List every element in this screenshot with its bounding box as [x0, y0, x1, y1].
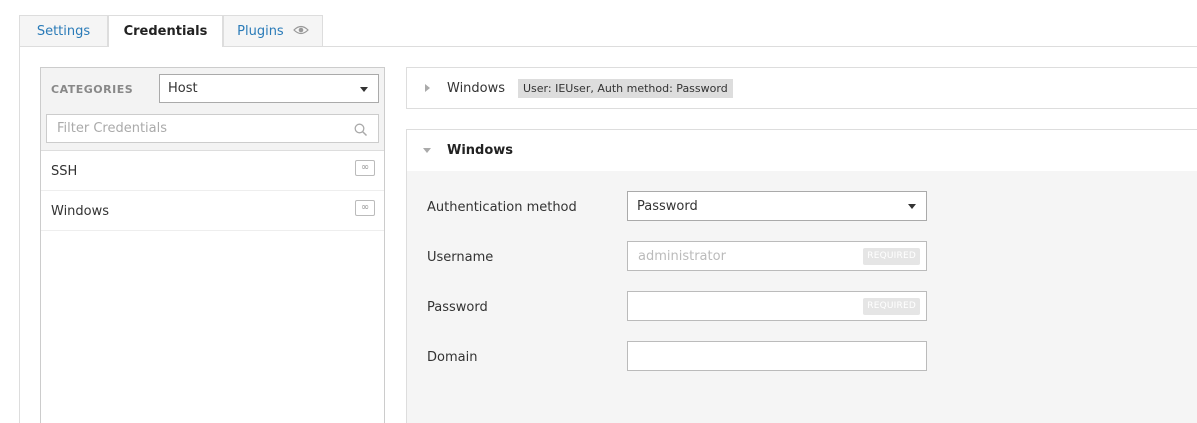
filter-credentials-input[interactable]: [46, 114, 379, 143]
username-placeholder: administrator: [638, 249, 726, 264]
category-select[interactable]: Host: [159, 74, 379, 103]
domain-label: Domain: [427, 350, 478, 365]
category-select-value: Host: [168, 81, 198, 96]
collapsed-card-title: Windows: [447, 81, 506, 96]
search-icon: [354, 122, 368, 141]
tab-settings-label: Settings: [36, 24, 91, 39]
domain-field[interactable]: [627, 341, 927, 371]
collapse-arrow-icon: [423, 148, 431, 153]
windows-credential-collapsed[interactable]: Windows User: IEUser, Auth method: Passw…: [406, 67, 1197, 109]
categories-label: CATEGORIES: [51, 83, 134, 96]
username-label: Username: [427, 250, 494, 265]
expanded-card-title: Windows: [447, 143, 514, 158]
expand-arrow-icon: [425, 84, 430, 92]
username-field[interactable]: administrator REQUIRED: [627, 241, 927, 271]
required-badge: REQUIRED: [863, 248, 920, 265]
eye-icon: [293, 16, 309, 47]
auth-method-label: Authentication method: [427, 200, 577, 215]
tab-bar: Settings Credentials Plugins: [19, 15, 1197, 47]
tab-settings[interactable]: Settings: [19, 15, 108, 46]
tab-credentials[interactable]: Credentials: [108, 15, 223, 47]
expanded-card-header[interactable]: Windows: [407, 130, 1197, 171]
required-badge: REQUIRED: [863, 298, 920, 315]
infinity-icon: ∞: [355, 160, 375, 176]
auth-method-select[interactable]: Password: [627, 191, 927, 221]
password-field[interactable]: REQUIRED: [627, 291, 927, 321]
filter-bar: [41, 110, 384, 151]
tab-credentials-label: Credentials: [123, 24, 208, 39]
credential-item-windows[interactable]: Windows ∞: [41, 191, 384, 231]
tab-plugins[interactable]: Plugins: [223, 15, 323, 46]
credential-item-ssh[interactable]: SSH ∞: [41, 151, 384, 191]
credentials-sidebar: CATEGORIES Host SSH ∞ Windows ∞: [40, 67, 385, 423]
tab-plugins-label: Plugins: [237, 24, 284, 39]
caret-down-icon: [360, 87, 368, 92]
auth-method-value: Password: [637, 199, 698, 214]
categories-header: CATEGORIES Host: [41, 68, 384, 110]
windows-credential-expanded: Windows Authentication method Password U…: [406, 129, 1197, 423]
password-label: Password: [427, 300, 488, 315]
credential-item-label: Windows: [51, 204, 110, 219]
credential-item-label: SSH: [51, 164, 78, 179]
credential-summary-badge: User: IEUser, Auth method: Password: [518, 79, 733, 98]
caret-down-icon: [908, 204, 916, 209]
infinity-icon: ∞: [355, 200, 375, 216]
